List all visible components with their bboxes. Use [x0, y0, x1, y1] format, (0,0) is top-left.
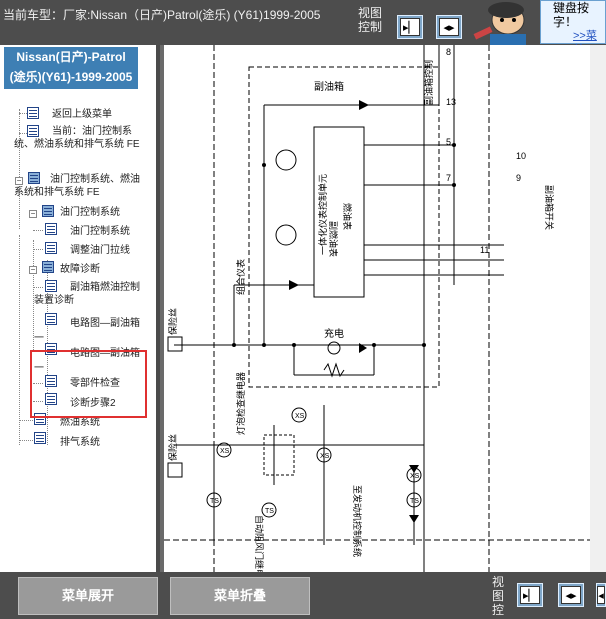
menu-item-exhaust-system[interactable]: 排气系统: [60, 435, 100, 450]
sidebar-title: Nissan(日产)-Patrol (途乐)(Y61)-1999-2005: [4, 47, 138, 89]
sidebar-title-line1: Nissan(日产)-Patrol: [16, 50, 126, 64]
page-icon: [34, 432, 46, 444]
label-xs: XS: [320, 453, 330, 460]
label-engine-control: 至发动机控制系统: [352, 485, 363, 557]
split-arrows-icon: ◂▸: [439, 18, 459, 36]
label-control-unit: 一体化仪表控制单元: [317, 174, 328, 255]
arrow-right-icon: ▸▏: [400, 18, 420, 36]
ad-box: 键盘按字！ >>菜单: [540, 0, 606, 56]
label-sub-tank-switch: 副油箱开关: [544, 185, 555, 230]
split-arrows-icon: ◂▸: [561, 586, 581, 604]
view-split-button-bottom[interactable]: ◂▸: [558, 583, 584, 607]
menu-item-current[interactable]: 当前：油门控制系统、燃油系统和排气系统 FE: [14, 125, 146, 151]
pin-label: 8: [446, 47, 451, 57]
arrow-right-icon: ▸▏: [520, 586, 540, 604]
sidebar-title-line2: (途乐)(Y61)-1999-2005: [9, 70, 133, 84]
page-icon: [45, 242, 57, 254]
menu-collapse-button[interactable]: 菜单折叠: [170, 577, 310, 615]
ad-text: 键盘按字！: [553, 1, 590, 29]
menu-item-adjust-cable[interactable]: 调整油门拉线: [70, 243, 130, 258]
view-single-button-bottom[interactable]: ▸▏: [517, 583, 543, 607]
collapse-toggle[interactable]: −: [29, 210, 37, 218]
wiring-diagram-panel[interactable]: 副油箱 副燃油表 燃油表 一体化仪表控制单元 组合仪表 保险丝 保险丝 充电 灯…: [160, 45, 606, 572]
view-single-button[interactable]: ▸▏: [397, 15, 423, 39]
label-xs: XS: [220, 448, 230, 455]
label-fuel-gauge: 燃油表: [342, 203, 353, 230]
label-door-relay: 自动阻风门继电器: [254, 515, 265, 572]
book-icon: [42, 205, 54, 217]
label-xs: XS: [295, 413, 305, 420]
menu-item-throttle-sub[interactable]: 油门控制系统: [70, 224, 130, 239]
pin-label: 13: [446, 97, 456, 107]
menu-item-system[interactable]: 油门控制系统、燃油系统和排气系统 FE: [14, 173, 148, 199]
label-xs: XS: [410, 473, 420, 480]
pin-label: 11: [480, 245, 489, 255]
mascot-icon: [473, 2, 526, 45]
page-icon: [45, 223, 57, 235]
view-collapse-button-bottom[interactable]: ◂: [596, 583, 606, 607]
vertical-scrollbar[interactable]: [590, 45, 606, 572]
label-ts: TS: [265, 508, 274, 515]
book-icon: [42, 261, 54, 273]
menu-item-back[interactable]: 返回上级菜单: [52, 107, 112, 122]
current-model-label: 当前车型：厂家:Nissan（日产)Patrol(途乐) (Y61)1999-2…: [3, 8, 321, 22]
menu-expand-button[interactable]: 菜单展开: [18, 577, 158, 615]
menu-item-circuit-1[interactable]: 电路图—副油箱一: [34, 316, 146, 346]
wiring-diagram: 副油箱 副燃油表 燃油表 一体化仪表控制单元 组合仪表 保险丝 保险丝 充电 灯…: [164, 45, 590, 572]
collapse-toggle[interactable]: −: [29, 266, 37, 274]
bottom-bar: 菜单展开 菜单折叠 视图控 ▸▏ ◂▸ ◂: [0, 572, 606, 619]
label-combo-meter: 组合仪表: [235, 259, 246, 295]
top-bar: 当前车型：厂家:Nissan（日产)Patrol(途乐) (Y61)1999-2…: [0, 0, 606, 56]
label-lamp-relay: 灯泡检查继电器: [235, 372, 246, 435]
sidebar: Nissan(日产)-Patrol (途乐)(Y61)-1999-2005 返回…: [0, 45, 160, 572]
menu-item-throttle[interactable]: 油门控制系统: [60, 205, 120, 220]
label-fuse-2: 保险丝: [167, 434, 178, 461]
arrow-left-icon: ◂: [597, 586, 605, 604]
label-fuse-1: 保险丝: [167, 308, 178, 335]
menu-item-sub-tank-diagnosis[interactable]: 副油箱燃油控制装置诊断: [34, 281, 146, 307]
label-sub-gauge: 副燃油表: [328, 221, 339, 257]
label-sub-tank: 副油箱: [314, 80, 344, 93]
pin-label: 7: [446, 173, 451, 183]
view-control-label-bottom: 视图控: [492, 575, 505, 617]
menu-item-diagnosis[interactable]: 故障诊断: [60, 262, 100, 277]
label-charge: 充电: [324, 327, 344, 340]
view-control-label: 视图控制: [358, 6, 383, 34]
selection-highlight-box: [30, 350, 147, 418]
pin-label: 9: [516, 173, 521, 183]
pin-label: 5: [446, 137, 451, 147]
label-ts: TS: [410, 498, 419, 505]
view-split-button[interactable]: ◂▸: [436, 15, 462, 39]
label-ts: TS: [210, 498, 219, 505]
pin-label: 10: [516, 151, 526, 161]
page-icon: [27, 107, 39, 119]
label-sub-tank-control: 副油箱控制: [423, 60, 434, 105]
